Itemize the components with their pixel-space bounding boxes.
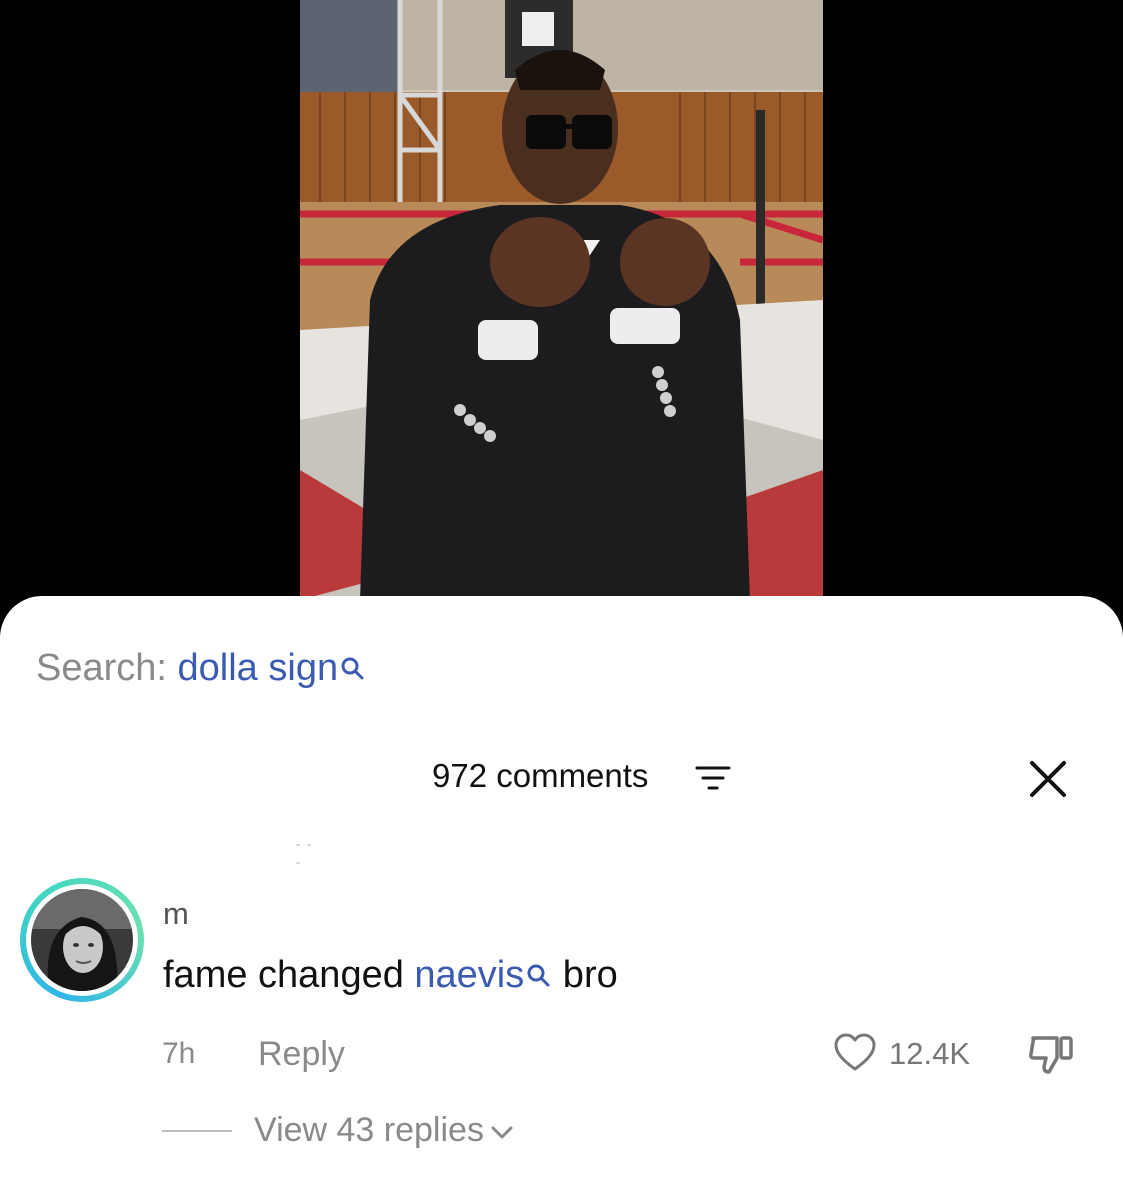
comments-sheet: Search: dolla sign 972 comments m fame c… [0,596,1123,1200]
chevron-down-icon [490,1108,514,1152]
comments-header: 972 comments [0,756,1123,797]
like-button[interactable]: 12.4K [833,1032,971,1077]
view-replies-row: View 43 replies [0,1108,1123,1152]
comment-text-after: bro [552,954,618,996]
like-count: 12.4K [889,1036,971,1071]
avatar-photo [31,889,133,991]
thumbs-down-icon[interactable] [1027,1034,1075,1081]
comment-text: fame changed naevis bro [163,952,618,1000]
search-icon [340,648,366,692]
comment-timestamp: 7h [162,1037,196,1070]
heart-icon [833,1032,877,1077]
comment-username[interactable]: m [163,896,189,932]
search-suggestion-prefix: Search: [36,647,167,689]
filter-icon[interactable] [694,764,732,797]
comment-count-label: 972 comments [432,757,649,794]
video-player[interactable] [0,0,1123,600]
search-icon[interactable] [526,954,552,1000]
avatar[interactable] [20,878,144,1002]
video-still [300,0,823,600]
reply-button[interactable]: Reply [258,1034,345,1074]
search-suggestion-term[interactable]: dolla sign [178,647,339,689]
replies-divider [162,1130,232,1132]
view-replies-button[interactable]: View 43 replies [254,1108,514,1152]
divider-dots [296,833,326,864]
view-replies-label: View 43 replies [254,1111,484,1149]
comment-text-before: fame changed [163,954,415,996]
comment-search-link[interactable]: naevis [414,954,524,996]
search-suggestion[interactable]: Search: dolla sign [36,646,366,692]
comment-meta: 7h Reply 12.4K [0,1032,1123,1076]
close-icon[interactable] [1029,760,1067,803]
video-frame[interactable] [300,0,823,600]
